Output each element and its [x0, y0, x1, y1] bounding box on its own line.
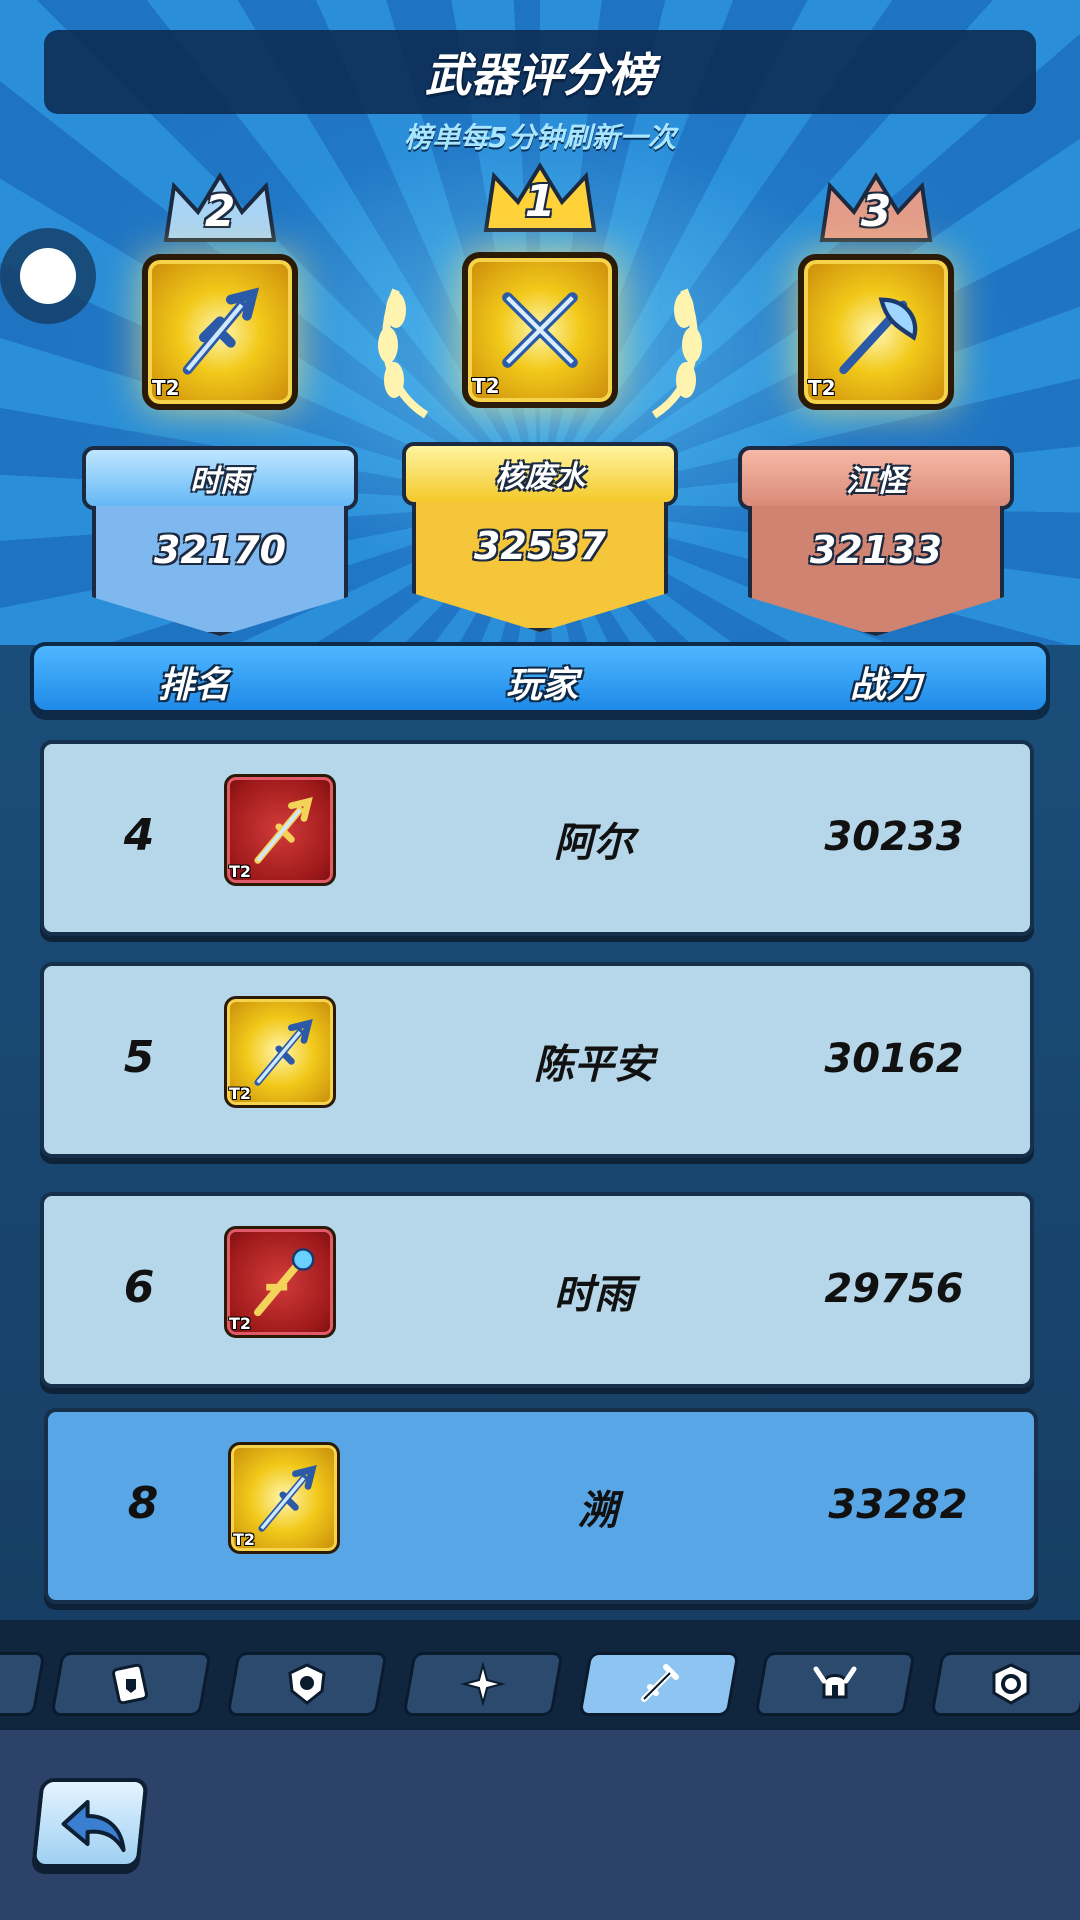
row-rank: 6 — [123, 1262, 155, 1313]
score-value: 32537 — [412, 502, 668, 632]
row-player: 陈平安 — [534, 1042, 654, 1088]
row-rank: 4 — [123, 810, 155, 861]
title-bar: 武器评分榜 — [44, 30, 1036, 114]
tab-shield-emblem[interactable] — [226, 1652, 388, 1716]
row-power: 30233 — [824, 814, 964, 860]
bronze-crown-icon: 3 — [816, 170, 936, 248]
back-button[interactable] — [31, 1778, 149, 1868]
my-rank-row[interactable]: 8 T2 溯 33282 — [44, 1408, 1038, 1604]
category-tab-bar — [0, 1620, 1080, 1730]
horned-helmet-icon — [813, 1666, 857, 1699]
orb-badge-icon — [992, 1663, 1030, 1705]
battle-axe-icon: T2 — [798, 254, 954, 410]
table-row[interactable]: 5 T2 陈平安 30162 — [40, 962, 1034, 1158]
player-name: 时雨 — [82, 446, 358, 510]
rank-column-header: 排名 — [158, 665, 231, 706]
player-column-header: 玩家 — [506, 665, 579, 706]
trident-sword-icon: T2 — [228, 1442, 340, 1554]
score-value: 32170 — [92, 506, 348, 636]
tab-horned-helmet[interactable] — [754, 1652, 916, 1716]
sparkle-icon — [460, 1661, 506, 1707]
row-rank: 8 — [127, 1478, 159, 1529]
trident-sword-icon: T2 — [142, 254, 298, 410]
row-power: 33282 — [828, 1482, 968, 1528]
tab-partial[interactable] — [0, 1652, 46, 1716]
silver-crown-icon: 2 — [160, 170, 280, 248]
row-power: 30162 — [824, 1036, 964, 1082]
ranking-banner: 武器评分榜 榜单每5分钟刷新一次 2 T2 时雨 32170 1 T2 核废水 … — [0, 0, 1080, 645]
page-title: 武器评分榜 — [425, 48, 655, 102]
player-name: 核废水 — [402, 442, 678, 506]
laurel-right-icon — [651, 288, 702, 419]
tab-sparkle[interactable] — [402, 1652, 564, 1716]
podium-rank-1[interactable]: 1 T2 核废水 32537 — [378, 160, 702, 640]
row-player: 溯 — [578, 1488, 618, 1534]
laurel-left-icon — [378, 288, 429, 419]
power-column-header: 战力 — [850, 665, 923, 706]
footer-bar — [0, 1730, 1080, 1920]
trident-sword-icon: T2 — [224, 774, 336, 886]
score-value: 32133 — [748, 506, 1004, 636]
tab-sword[interactable] — [578, 1652, 740, 1716]
tab-card-shield[interactable] — [50, 1652, 212, 1716]
tab-orb-badge[interactable] — [930, 1652, 1080, 1716]
gold-crown-icon: 1 — [480, 160, 600, 238]
back-arrow-icon — [61, 1800, 126, 1852]
row-rank: 5 — [123, 1032, 155, 1083]
magic-staff-icon: T2 — [224, 1226, 336, 1338]
podium-rank-2[interactable]: 2 T2 时雨 32170 — [82, 170, 358, 640]
refresh-note: 榜单每5分钟刷新一次 — [404, 121, 676, 154]
podium-rank-3[interactable]: 3 T2 江怪 32133 — [738, 170, 1014, 640]
list-header: 排名 玩家 战力 — [30, 642, 1050, 714]
table-row[interactable]: 6 T2 时雨 29756 — [40, 1192, 1034, 1388]
row-power: 29756 — [824, 1266, 964, 1312]
shield-emblem-icon — [288, 1663, 326, 1705]
player-name: 江怪 — [738, 446, 1014, 510]
table-row[interactable]: 4 T2 阿尔 30233 — [40, 740, 1034, 936]
crossed-blades-icon: T2 — [462, 252, 618, 408]
card-shield-icon — [112, 1663, 148, 1705]
row-player: 阿尔 — [554, 820, 634, 866]
sword-icon — [641, 1664, 679, 1702]
row-player: 时雨 — [554, 1272, 634, 1318]
trident-sword-icon: T2 — [224, 996, 336, 1108]
